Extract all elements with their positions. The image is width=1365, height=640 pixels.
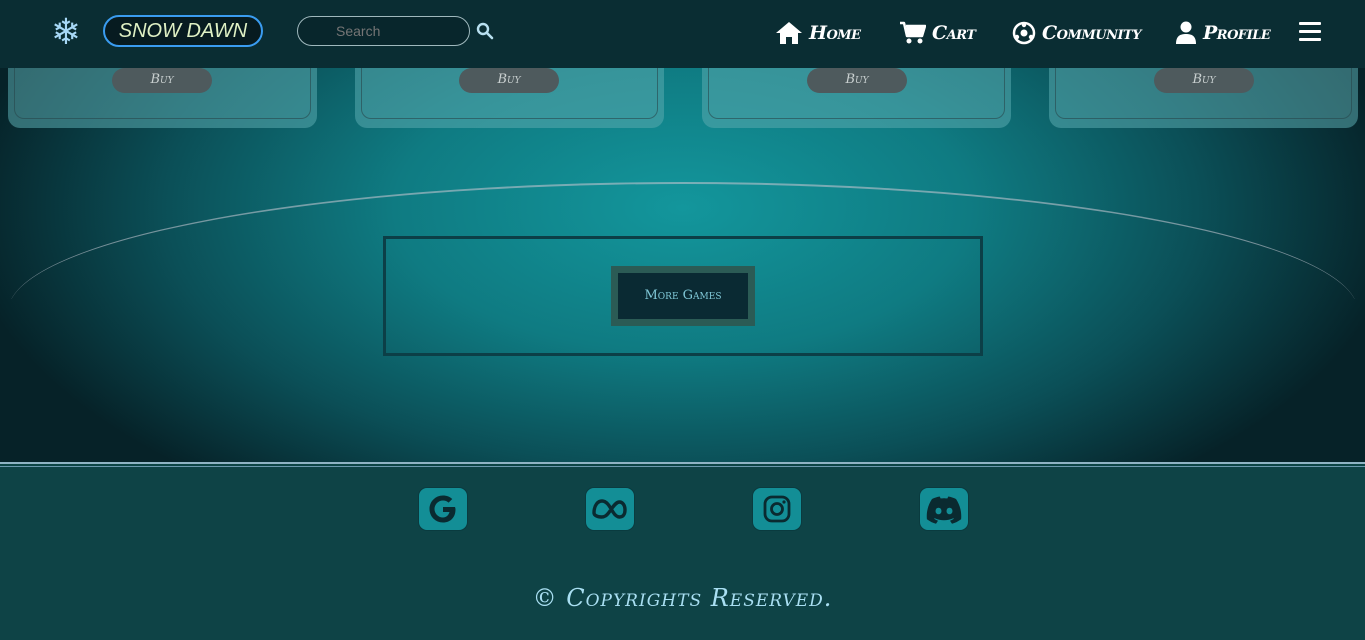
meta-icon	[592, 499, 627, 519]
cart-icon	[900, 21, 926, 44]
meta-link[interactable]	[585, 487, 635, 531]
hamburger-menu-icon[interactable]	[1299, 22, 1323, 42]
google-icon	[429, 495, 456, 523]
brand-logo[interactable]: SNOW DAWN	[103, 15, 263, 47]
navbar: ❄ SNOW DAWN Home Cart Community	[0, 0, 1365, 68]
instagram-link[interactable]	[752, 487, 802, 531]
footer-divider	[0, 462, 1365, 464]
google-link[interactable]	[418, 487, 468, 531]
nav-cart-label: Cart	[932, 22, 976, 44]
nav-home-label: Home	[809, 22, 861, 44]
search-icon[interactable]	[476, 22, 494, 40]
community-icon	[1012, 21, 1036, 45]
search-input[interactable]	[297, 16, 470, 46]
buy-button[interactable]: Buy	[807, 68, 907, 93]
buy-button[interactable]: Buy	[459, 68, 559, 93]
snowflake-icon[interactable]: ❄	[47, 14, 85, 52]
nav-community-label: Community	[1042, 22, 1141, 44]
copyright-text: © Copyrights Reserved.	[532, 584, 833, 612]
nav-profile-label: Profile	[1203, 22, 1271, 44]
main-section: Buy Buy Buy Buy More Games	[0, 0, 1365, 462]
nav-profile[interactable]: Profile	[1175, 18, 1271, 48]
user-icon	[1176, 21, 1196, 44]
discord-link[interactable]	[919, 487, 969, 531]
buy-button[interactable]: Buy	[1154, 68, 1254, 93]
home-icon	[776, 22, 802, 44]
footer	[0, 467, 1365, 640]
more-games-button[interactable]: More Games	[611, 266, 755, 326]
nav-home[interactable]: Home	[775, 18, 861, 48]
instagram-icon	[763, 495, 791, 523]
nav-cart[interactable]: Cart	[899, 18, 976, 48]
discord-icon	[926, 496, 962, 524]
nav-community[interactable]: Community	[1012, 18, 1141, 48]
buy-button[interactable]: Buy	[112, 68, 212, 93]
